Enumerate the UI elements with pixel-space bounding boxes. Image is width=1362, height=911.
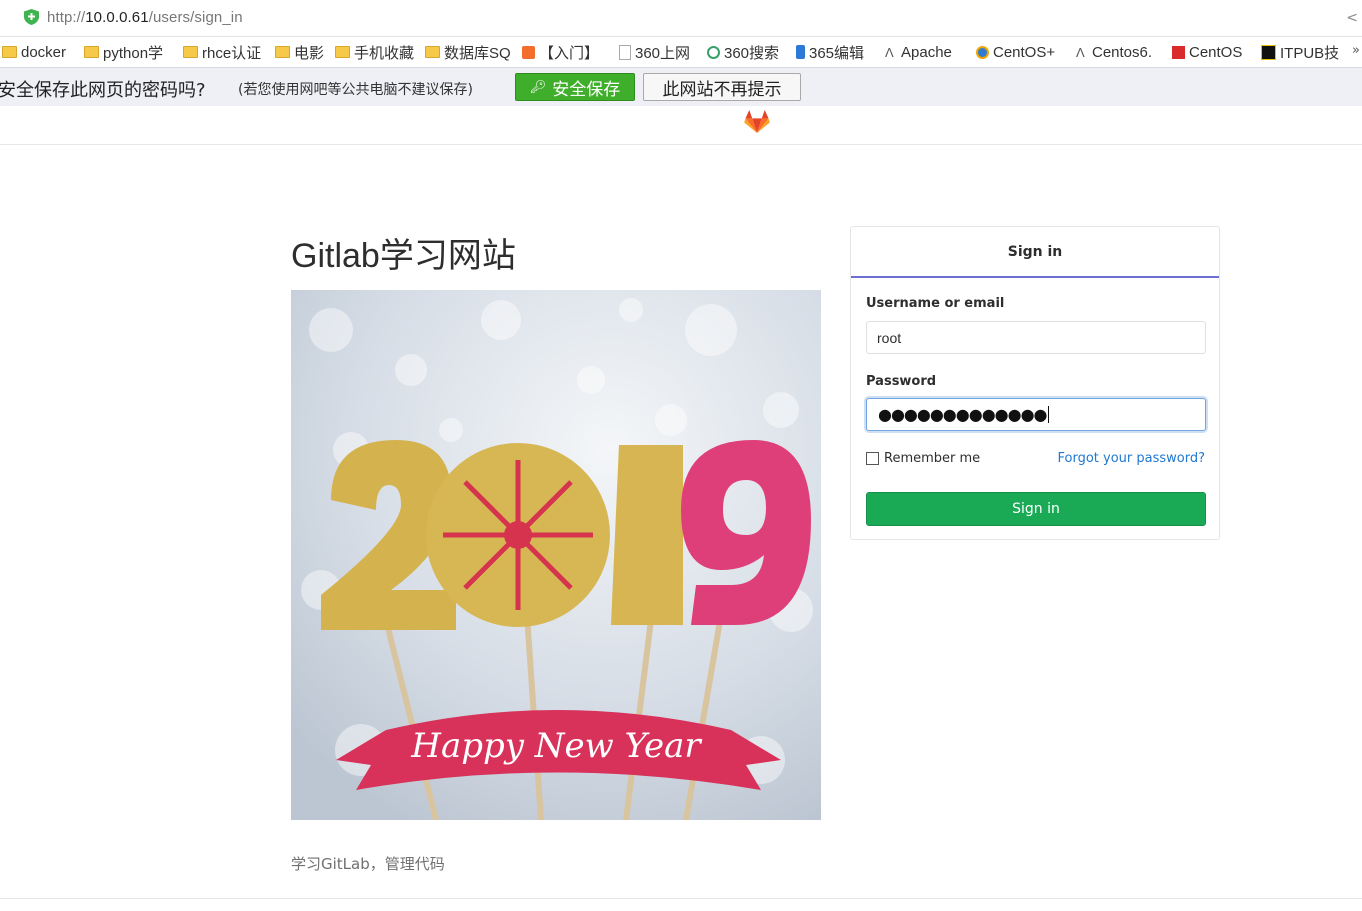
page-description: 学习GitLab，管理代码 [291,855,445,873]
page-title: Gitlab学习网站 [291,237,516,275]
username-input[interactable] [866,321,1206,354]
bookmark-label: 【入门】 [539,44,600,62]
site-icon [1172,45,1185,59]
gitlab-header [0,106,1362,145]
bookmark-item[interactable]: python学 [84,42,163,62]
forgot-password-link[interactable]: Forgot your password? [1057,451,1205,466]
password-save-note: (若您使用网吧等公共电脑不建议保存) [238,82,473,98]
bookmark-label: ITPUB技 [1280,44,1340,62]
never-remind-button[interactable]: 此网站不再提示 [643,73,801,101]
bookmark-label: 电影 [294,44,325,62]
save-password-label: 安全保存 [552,79,621,100]
bookmark-label: 手机收藏 [354,44,415,62]
folder-icon [2,46,17,58]
folder-icon [275,46,290,58]
page-icon [619,44,631,60]
address-bar[interactable]: http://10.0.0.61/users/sign_in < [0,0,1362,37]
folder-icon [84,46,99,58]
bookmark-item[interactable]: 手机收藏 [335,42,414,62]
remember-me-checkbox[interactable] [866,452,879,465]
bookmark-item[interactable]: rhce认证 [183,42,261,62]
bookmark-item[interactable]: CentOS+ [976,42,1055,62]
bookmarks-more-icon[interactable]: » [1352,43,1360,58]
tab-sign-in[interactable]: Sign in [851,227,1219,278]
site-icon [796,45,805,59]
password-save-bar: 安全保存此网页的密码吗? (若您使用网吧等公共电脑不建议保存) 🔑︎ 安全保存 … [0,67,1362,107]
apache-icon: Ʌ [1076,44,1085,60]
bookmark-item[interactable]: 360搜索 [707,42,779,62]
bookmark-item[interactable]: docker [2,42,66,62]
bookmark-item[interactable]: CentOS [1172,42,1242,62]
itpub-icon [1261,44,1276,60]
centos-icon [976,45,989,59]
bookmark-item[interactable]: ITPUB技 [1261,42,1339,62]
key-icon: 🔑︎ [529,79,547,95]
divider [0,898,1362,899]
bookmark-label: CentOS [1189,43,1243,61]
sign-in-box: Sign in Username or email Password ●●●●●… [850,226,1220,540]
bookmark-label: 360上网 [635,44,691,62]
text-caret [1047,406,1049,423]
bookmark-item[interactable]: Ʌ Apache [885,42,952,62]
bookmark-label: rhce认证 [202,44,262,62]
bookmark-label: Centos6. [1092,43,1153,61]
site-icon [522,45,535,59]
bookmark-item[interactable]: Ʌ Centos6. [1076,42,1152,62]
remember-me[interactable]: Remember me [866,451,980,466]
username-label: Username or email [866,296,1005,311]
bookmark-label: 360搜索 [724,44,780,62]
bookmark-label: docker [21,43,67,61]
bookmarks-bar: docker python学 rhce认证 电影 手机收藏 数据库SQ 【入门】 360上网 3… [0,37,1362,67]
url-host: 10.0.0.61 [85,9,149,26]
bookmark-item[interactable]: 数据库SQ [425,42,511,62]
bookmark-item[interactable]: 360上网 [619,42,690,62]
bookmark-item[interactable]: 365编辑 [796,42,864,62]
bookmark-label: python学 [103,44,164,62]
secure-shield-icon [24,9,39,25]
folder-icon [335,46,350,58]
password-save-question: 安全保存此网页的密码吗? [0,80,206,101]
url-text[interactable]: http://10.0.0.61/users/sign_in [47,9,243,26]
bookmark-label: 数据库SQ [444,44,511,62]
bookmark-item[interactable]: 【入门】 [522,42,599,62]
save-password-button[interactable]: 🔑︎ 安全保存 [515,73,635,101]
password-dots: ●●●●●●●●●●●●● [878,405,1047,424]
password-mask: ●●●●●●●●●●●●● [878,405,1049,424]
bookmark-label: 365编辑 [809,44,865,62]
url-scheme: http:// [47,9,86,26]
search-site-icon [707,45,720,59]
folder-icon [183,46,198,58]
new-year-banner-image: Happy New Year [291,290,821,820]
bookmark-item[interactable]: 电影 [275,42,324,62]
gitlab-logo-icon[interactable] [744,110,770,134]
remember-me-label: Remember me [884,451,981,466]
share-icon[interactable]: < [1346,10,1358,26]
banner-text: Happy New Year [410,726,702,766]
sign-in-button[interactable]: Sign in [866,492,1206,526]
apache-icon: Ʌ [885,44,894,60]
bookmark-label: Apache [901,43,952,61]
url-path: /users/sign_in [148,9,243,26]
folder-icon [425,46,440,58]
password-label: Password [866,374,937,389]
bookmark-label: CentOS+ [993,43,1056,61]
